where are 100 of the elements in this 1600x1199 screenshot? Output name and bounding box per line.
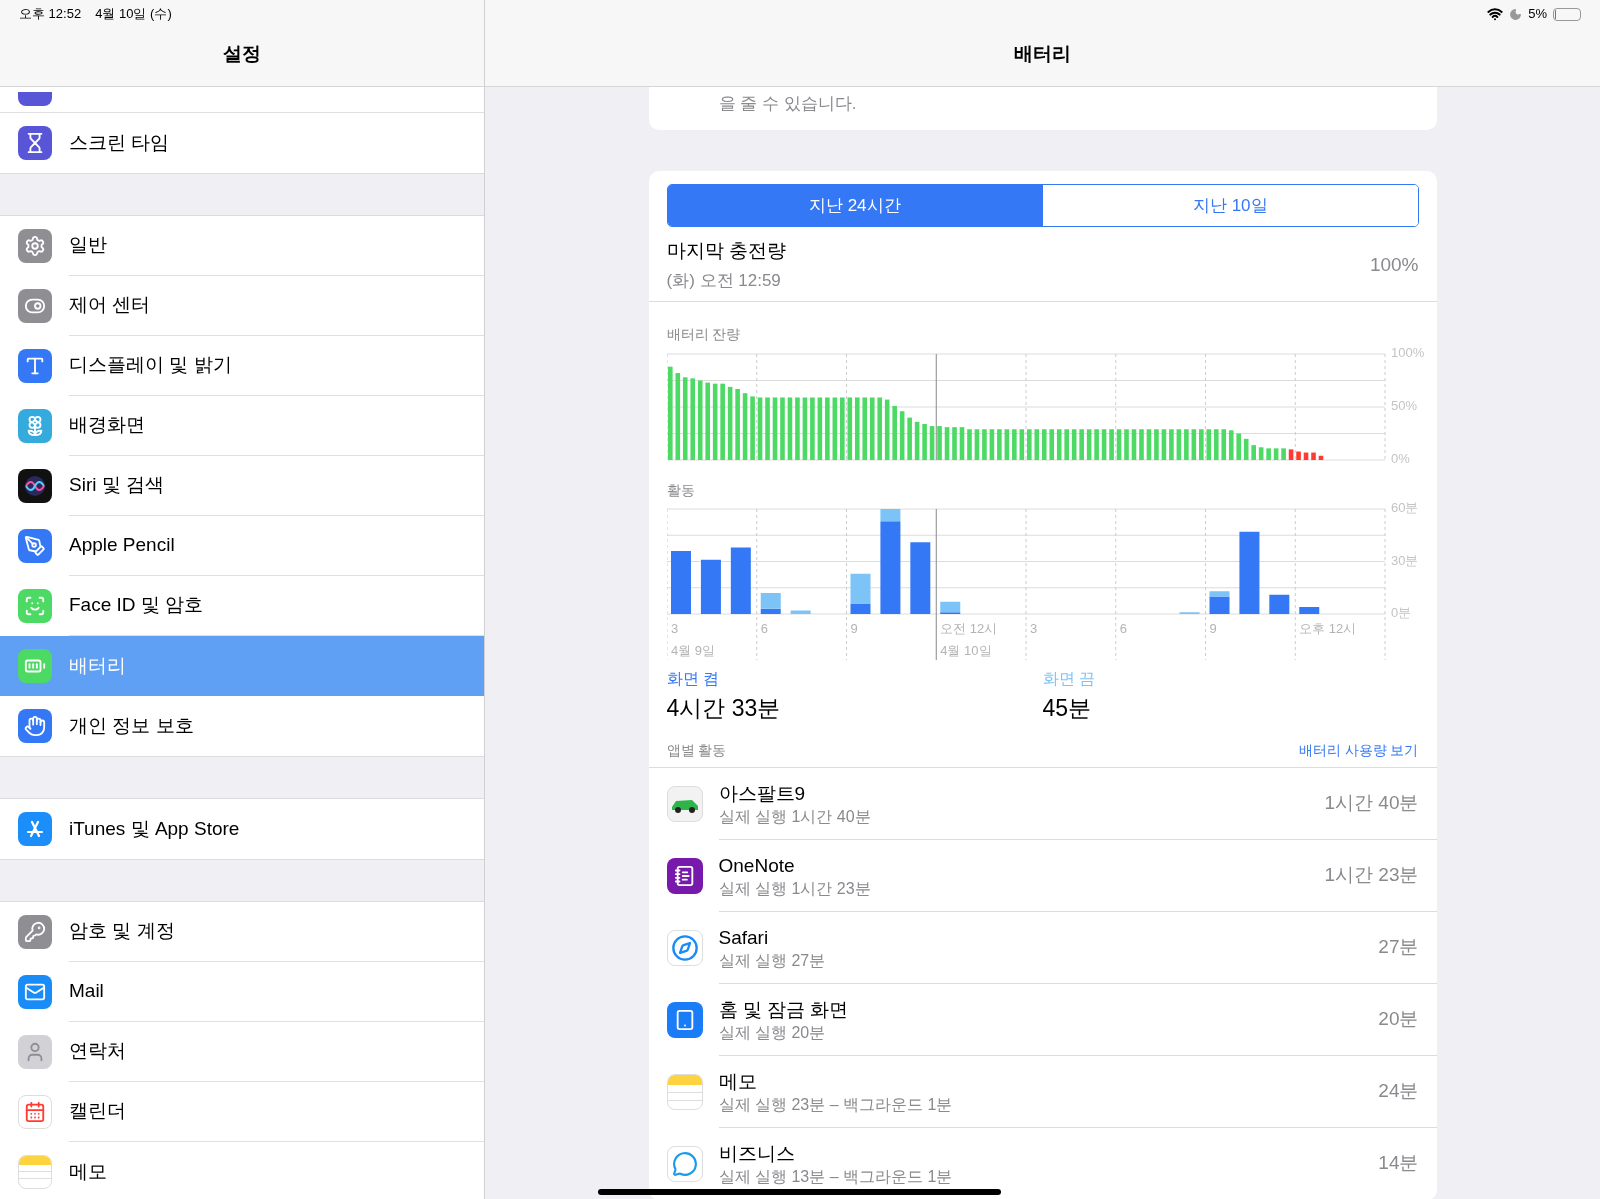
envelope-icon <box>18 975 52 1009</box>
bar <box>734 389 740 460</box>
bar <box>909 542 930 614</box>
app-time: 20분 <box>1378 1006 1419 1031</box>
axis-label: 3 <box>1029 621 1037 636</box>
bar <box>1295 451 1301 460</box>
face-scan-icon <box>18 589 52 623</box>
axis-label: 오후 12시 <box>1298 621 1356 636</box>
app-time: 14분 <box>1378 1150 1419 1175</box>
bar <box>779 397 785 460</box>
app-detail: 실제 실행 1시간 40분 <box>718 808 871 827</box>
bar <box>794 397 800 460</box>
bar <box>951 427 957 460</box>
bar <box>700 559 721 614</box>
app-detail: 실제 실행 1시간 23분 <box>718 880 871 899</box>
bar <box>1011 429 1017 460</box>
bar <box>1258 447 1263 460</box>
app-detail: 실제 실행 23분 – 백그라운드 1분 <box>718 1096 953 1115</box>
bar <box>824 397 830 460</box>
bar <box>1288 449 1293 460</box>
chart-title: 활동 <box>666 481 696 500</box>
calendar-icon <box>18 1095 52 1129</box>
bar <box>1123 429 1129 460</box>
compass-icon <box>666 929 703 966</box>
bar <box>1101 429 1106 460</box>
key-icon <box>18 915 52 949</box>
toggle-icon <box>18 289 52 323</box>
legend-label: 화면 켬 <box>666 669 720 689</box>
last-charge-label: 마지막 충전량 <box>666 239 786 263</box>
last-charge-time: (화) 오전 12:59 <box>666 269 782 292</box>
usage-link[interactable]: 배터리 사용량 보기 <box>1298 739 1419 761</box>
bar <box>847 397 852 460</box>
home-indicator[interactable] <box>598 1189 1001 1195</box>
notebook-icon <box>666 857 703 894</box>
bar <box>1078 429 1084 460</box>
bar <box>921 423 927 460</box>
bar <box>1176 429 1181 460</box>
bar <box>906 417 912 460</box>
app-time: 1시간 40분 <box>1324 790 1419 815</box>
bar <box>790 610 811 614</box>
bar <box>1273 448 1278 460</box>
bar <box>1310 452 1316 460</box>
bar <box>1093 429 1099 460</box>
status-date: 4월 10일 (수) <box>95 5 172 24</box>
bar <box>899 411 904 460</box>
bar <box>996 429 1002 460</box>
bar <box>832 397 837 460</box>
axis-label: 0% <box>1390 451 1410 467</box>
bar <box>1086 429 1091 460</box>
axis-label: 60분 <box>1390 501 1418 516</box>
bar <box>1168 429 1174 460</box>
bar <box>1146 429 1151 460</box>
bar <box>787 397 792 460</box>
bar <box>1243 438 1248 460</box>
bar <box>1116 429 1121 460</box>
bar <box>1268 594 1289 614</box>
bar <box>1265 448 1271 460</box>
orb-icon <box>18 469 52 503</box>
pen-icon <box>18 529 52 563</box>
axis-label: 9 <box>1209 621 1217 636</box>
app-icon <box>18 92 52 106</box>
bar <box>1004 429 1009 460</box>
app-name: OneNote <box>718 853 796 878</box>
bar <box>730 547 751 614</box>
axis-label: 3 <box>670 621 678 636</box>
bar <box>1250 445 1256 460</box>
app-name: 아스팔트9 <box>718 781 807 806</box>
bar <box>891 405 897 460</box>
bar <box>1153 429 1159 460</box>
bar <box>1318 455 1323 460</box>
car-icon <box>666 785 703 822</box>
gear-icon <box>18 229 52 263</box>
bar <box>929 426 934 460</box>
axis-label: 9 <box>850 621 858 636</box>
section-header: 앱별 활동 <box>666 740 727 760</box>
status-time: 오후 12:52 <box>19 5 82 24</box>
bar <box>802 397 807 460</box>
bar <box>1063 429 1069 460</box>
axis-label: 50% <box>1390 398 1417 414</box>
segment-tab[interactable]: 지난 24시간 <box>667 185 1042 226</box>
bar <box>772 397 777 460</box>
bar <box>884 399 889 460</box>
bar <box>809 397 815 460</box>
tablet-icon <box>666 1001 703 1038</box>
app-name: 메모 <box>718 1069 758 1094</box>
battery-percent: 5% <box>1528 5 1547 24</box>
bar <box>1183 429 1189 460</box>
stylized-a-icon <box>18 812 52 846</box>
segment-tab[interactable]: 지난 10일 <box>1042 185 1418 226</box>
bar <box>989 429 994 460</box>
bar <box>1298 607 1319 614</box>
app-name: 비즈니스 <box>718 1141 796 1166</box>
last-charge-value: 100% <box>1369 252 1419 277</box>
app-detail: 실제 실행 20분 <box>718 1024 827 1043</box>
axis-label: 100% <box>1390 346 1424 361</box>
axis-label: 30분 <box>1390 552 1418 568</box>
bar <box>1191 429 1196 460</box>
app-time: 1시간 23분 <box>1324 862 1419 887</box>
flower-icon <box>18 409 52 443</box>
sidebar-title: 설정 <box>223 41 261 66</box>
